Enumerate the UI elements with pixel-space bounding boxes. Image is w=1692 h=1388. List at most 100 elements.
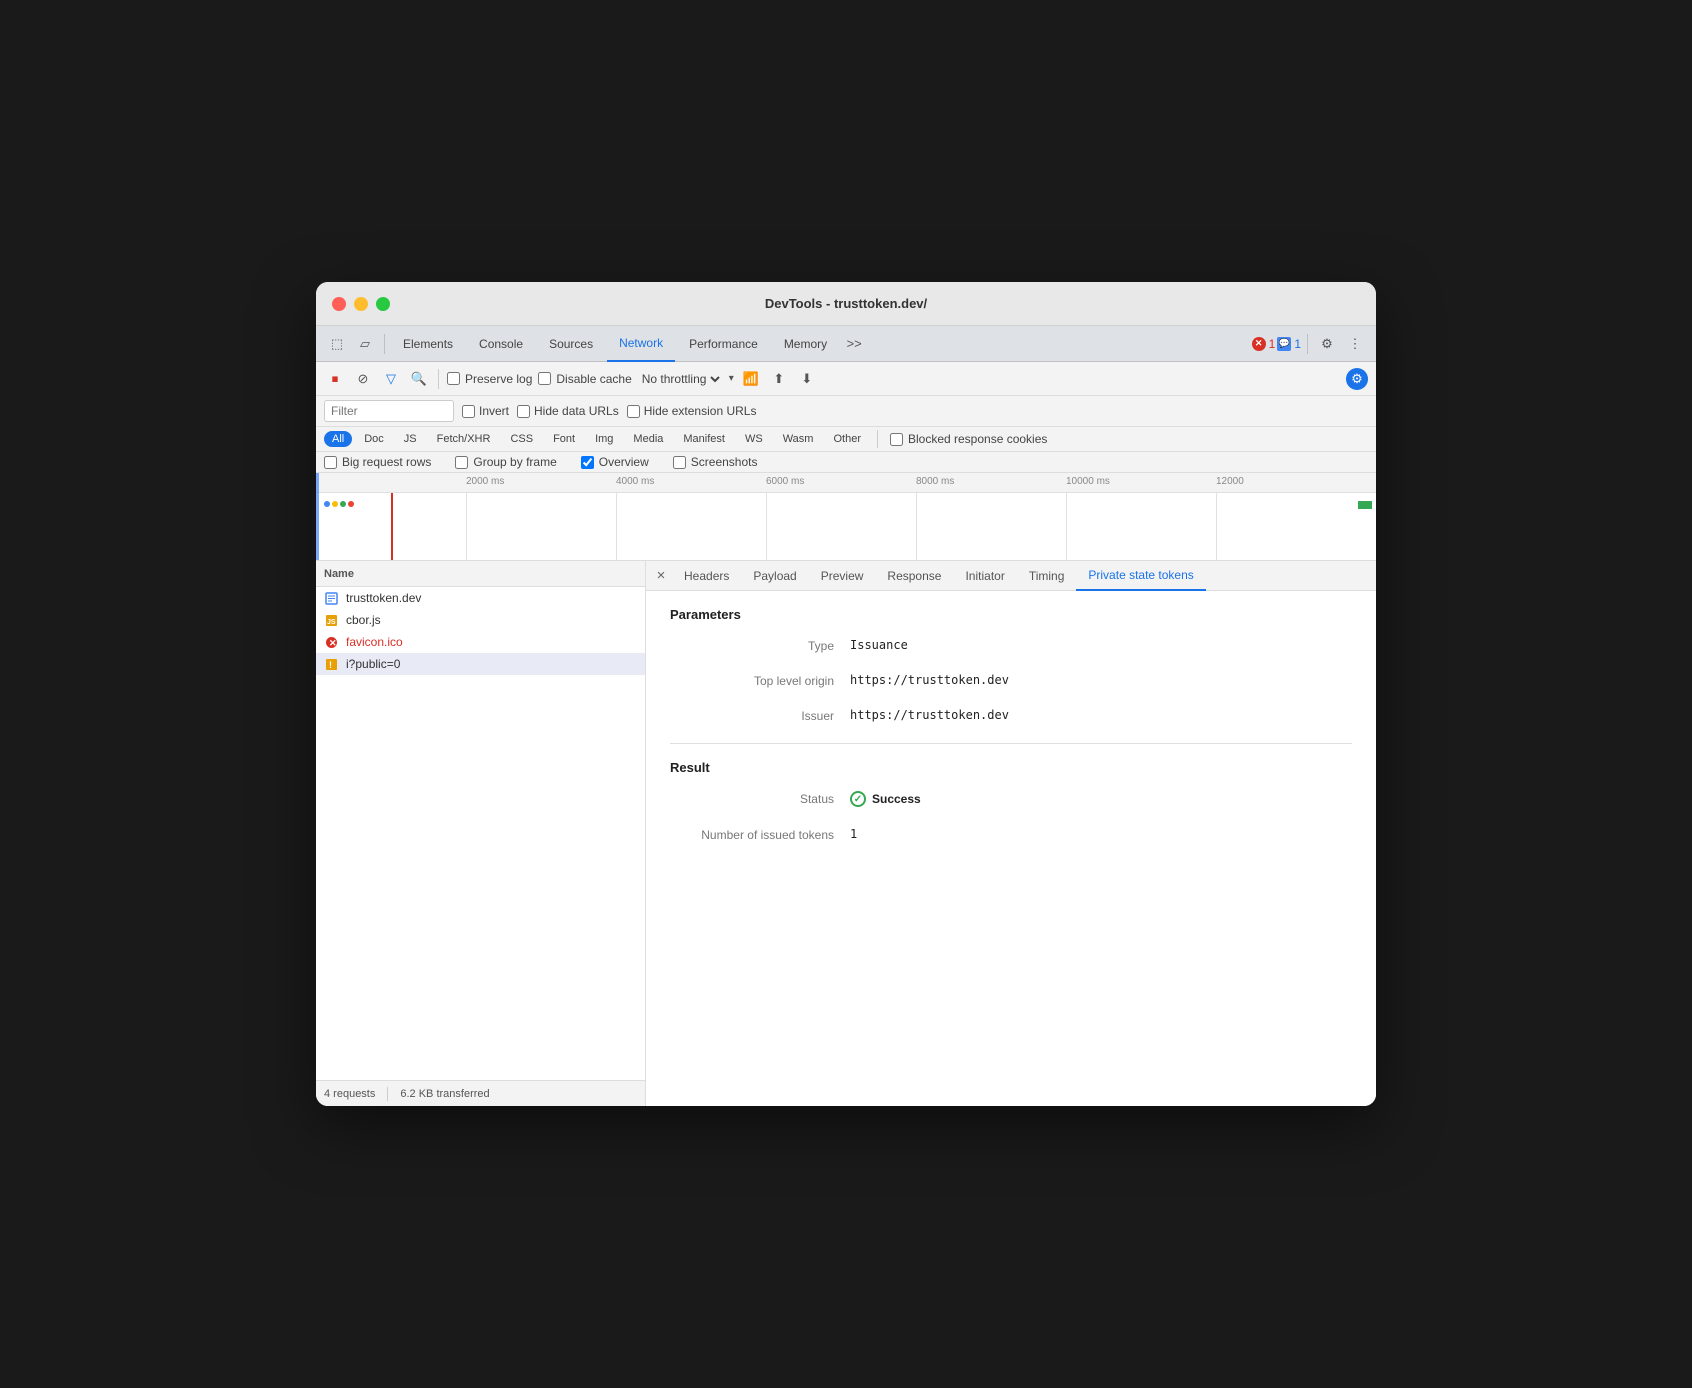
status-value: Success (872, 792, 921, 806)
download-icon[interactable]: ⬇ (796, 368, 818, 390)
device-toolbar-icon[interactable]: ▱ (352, 331, 378, 357)
type-btn-font[interactable]: Font (545, 431, 583, 447)
tab-memory[interactable]: Memory (772, 326, 839, 362)
search-icon[interactable]: 🔍 (408, 368, 430, 390)
filter-bar: Invert Hide data URLs Hide extension URL… (316, 396, 1376, 427)
type-btn-img[interactable]: Img (587, 431, 621, 447)
inspect-element-icon[interactable]: ⬚ (324, 331, 350, 357)
main-area: Name trusttoken.dev JS (316, 561, 1376, 1106)
network-toolbar: ⏹ ⊘ ▽ 🔍 Preserve log Disable cache No th… (316, 362, 1376, 396)
disable-cache-checkbox[interactable] (538, 372, 551, 385)
type-btn-wasm[interactable]: Wasm (775, 431, 822, 447)
tl-red-line (391, 493, 393, 561)
transferred-size: 6.2 KB transferred (400, 1088, 489, 1100)
devtools-body: ⬚ ▱ Elements Console Sources Network Per… (316, 326, 1376, 1106)
type-btn-js[interactable]: JS (396, 431, 425, 447)
param-label-type: Type (670, 638, 850, 653)
overview-checkbox[interactable] (581, 456, 594, 469)
throttle-select[interactable]: No throttling (638, 371, 723, 387)
type-btn-fetch[interactable]: Fetch/XHR (429, 431, 499, 447)
minimize-button[interactable] (354, 297, 368, 311)
invert-checkbox[interactable] (462, 405, 475, 418)
status-sep (387, 1087, 388, 1101)
list-item[interactable]: JS cbor.js (316, 609, 645, 631)
list-item[interactable]: ✕ favicon.ico (316, 631, 645, 653)
wifi-icon[interactable]: 📶 (740, 368, 762, 390)
parameters-section-title: Parameters (670, 607, 1352, 622)
tl-mark-12000: 12000 (1216, 476, 1244, 487)
tab-response[interactable]: Response (875, 561, 953, 591)
tl-gridline-5 (1066, 493, 1067, 561)
svg-text:JS: JS (327, 619, 336, 626)
tab-payload[interactable]: Payload (741, 561, 808, 591)
detail-content: Parameters Type Issuance Top level origi… (646, 591, 1376, 1106)
maximize-button[interactable] (376, 297, 390, 311)
hide-data-urls-label[interactable]: Hide data URLs (517, 404, 619, 418)
timeline-bar: 2000 ms 4000 ms 6000 ms 8000 ms 10000 ms… (316, 473, 1376, 561)
throttle-arrow-icon: ▾ (729, 373, 734, 384)
filter-input[interactable] (324, 400, 454, 422)
result-section-title: Result (670, 760, 1352, 775)
tab-performance[interactable]: Performance (677, 326, 770, 362)
close-detail-button[interactable]: × (650, 565, 672, 587)
network-settings-icon[interactable]: ⚙ (1346, 368, 1368, 390)
screenshots-label[interactable]: Screenshots (673, 455, 758, 469)
list-item[interactable]: ! i?public=0 (316, 653, 645, 675)
tab-network[interactable]: Network (607, 326, 675, 362)
tl-mark-10000: 10000 ms (1066, 476, 1110, 487)
tab-console[interactable]: Console (467, 326, 535, 362)
screenshots-checkbox[interactable] (673, 456, 686, 469)
error-badge[interactable]: ✕ 1 (1252, 337, 1276, 351)
filter-icon[interactable]: ▽ (380, 368, 402, 390)
clear-icon[interactable]: ⊘ (352, 368, 374, 390)
param-label-issued-tokens: Number of issued tokens (670, 827, 850, 842)
disable-cache-label[interactable]: Disable cache (538, 372, 631, 386)
big-rows-label[interactable]: Big request rows (324, 455, 431, 469)
stop-recording-icon[interactable]: ⏹ (324, 368, 346, 390)
request-list-header: Name (316, 561, 645, 587)
tab-preview[interactable]: Preview (809, 561, 876, 591)
list-item[interactable]: trusttoken.dev (316, 587, 645, 609)
hide-ext-urls-checkbox[interactable] (627, 405, 640, 418)
tab-timing[interactable]: Timing (1017, 561, 1077, 591)
close-button[interactable] (332, 297, 346, 311)
group-by-frame-label[interactable]: Group by frame (455, 455, 556, 469)
error-icon: ✕ (324, 635, 338, 649)
more-options-icon[interactable]: ⋮ (1342, 331, 1368, 357)
status-bar: 4 requests 6.2 KB transferred (316, 1080, 645, 1106)
svg-text:✕: ✕ (329, 638, 337, 648)
hide-ext-urls-label[interactable]: Hide extension URLs (627, 404, 757, 418)
toolbar-sep-1 (438, 369, 439, 389)
tab-initiator[interactable]: Initiator (953, 561, 1016, 591)
options-bar: Big request rows Group by frame Overview… (316, 452, 1376, 473)
type-btn-all[interactable]: All (324, 431, 352, 447)
result-section: Result Status ✓ Success Number of issued… (670, 760, 1352, 842)
type-btn-css[interactable]: CSS (502, 431, 541, 447)
hide-data-urls-checkbox[interactable] (517, 405, 530, 418)
tab-elements[interactable]: Elements (391, 326, 465, 362)
settings-gear-icon[interactable]: ⚙ (1314, 331, 1340, 357)
type-btn-other[interactable]: Other (825, 431, 869, 447)
type-btn-manifest[interactable]: Manifest (675, 431, 733, 447)
param-row-top-level-origin: Top level origin https://trusttoken.dev (670, 673, 1352, 688)
overview-label[interactable]: Overview (581, 455, 649, 469)
warn-badge[interactable]: 💬 1 (1277, 337, 1301, 351)
group-by-frame-checkbox[interactable] (455, 456, 468, 469)
more-tabs-icon[interactable]: >> (841, 331, 867, 357)
invert-label[interactable]: Invert (462, 404, 509, 418)
type-btn-ws[interactable]: WS (737, 431, 771, 447)
preserve-log-label[interactable]: Preserve log (447, 372, 532, 386)
upload-icon[interactable]: ⬆ (768, 368, 790, 390)
type-btn-doc[interactable]: Doc (356, 431, 392, 447)
title-bar: DevTools - trusttoken.dev/ (316, 282, 1376, 326)
tab-private-state-tokens[interactable]: Private state tokens (1076, 561, 1205, 591)
type-btn-media[interactable]: Media (625, 431, 671, 447)
tab-headers[interactable]: Headers (672, 561, 741, 591)
blocked-cookies-label[interactable]: Blocked response cookies (890, 432, 1047, 446)
tab-sources[interactable]: Sources (537, 326, 605, 362)
tl-gridline-4 (916, 493, 917, 561)
tl-dot-green (340, 501, 346, 507)
big-rows-checkbox[interactable] (324, 456, 337, 469)
preserve-log-checkbox[interactable] (447, 372, 460, 385)
blocked-cookies-checkbox[interactable] (890, 433, 903, 446)
